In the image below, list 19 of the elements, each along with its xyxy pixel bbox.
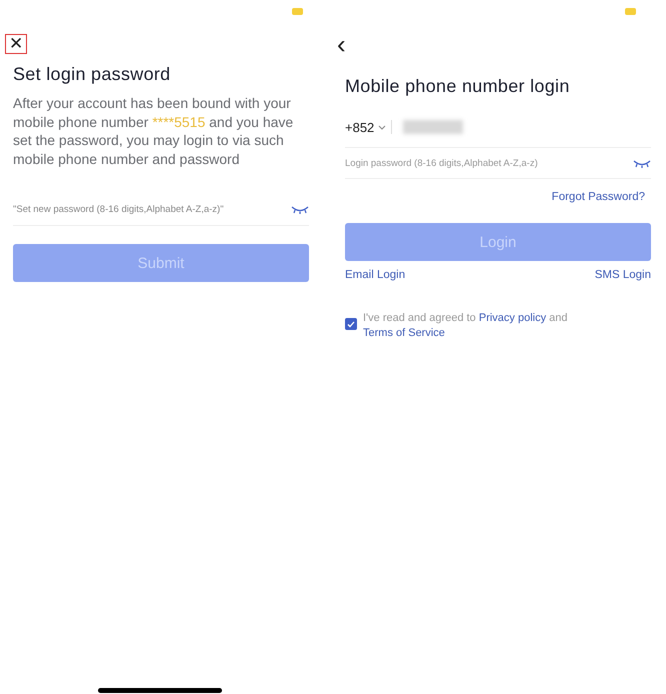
email-login-link[interactable]: Email Login: [345, 269, 406, 281]
page-title: Mobile phone number login: [345, 76, 571, 97]
description-text: After your account has been bound with your mobile phone number ****5515 and you have set the password, you may login to via such mobile phone number and password: [13, 94, 294, 168]
closed-eye-icon[interactable]: [633, 160, 651, 168]
sms-login-link[interactable]: SMS Login: [594, 269, 651, 281]
terms-link[interactable]: Terms of Service: [363, 327, 445, 339]
closed-eye-icon[interactable]: [291, 206, 309, 214]
forgot-password-link[interactable]: Forgot Password?: [552, 191, 645, 203]
country-code-selector[interactable]: +852: [345, 120, 386, 134]
agreement-checkbox[interactable]: [345, 318, 357, 330]
chevron-down-icon: [378, 124, 386, 130]
battery-icon: [292, 8, 303, 15]
page-title: Set login password: [13, 64, 172, 85]
close-button[interactable]: ✕: [5, 34, 27, 54]
battery-icon: [625, 8, 636, 15]
back-button[interactable]: ‹: [337, 34, 346, 54]
blurred-number: [403, 120, 464, 134]
privacy-policy-link[interactable]: Privacy policy: [478, 312, 546, 324]
agreement-text: I've read and agreed to Privacy policy and Terms of Service: [363, 311, 569, 341]
